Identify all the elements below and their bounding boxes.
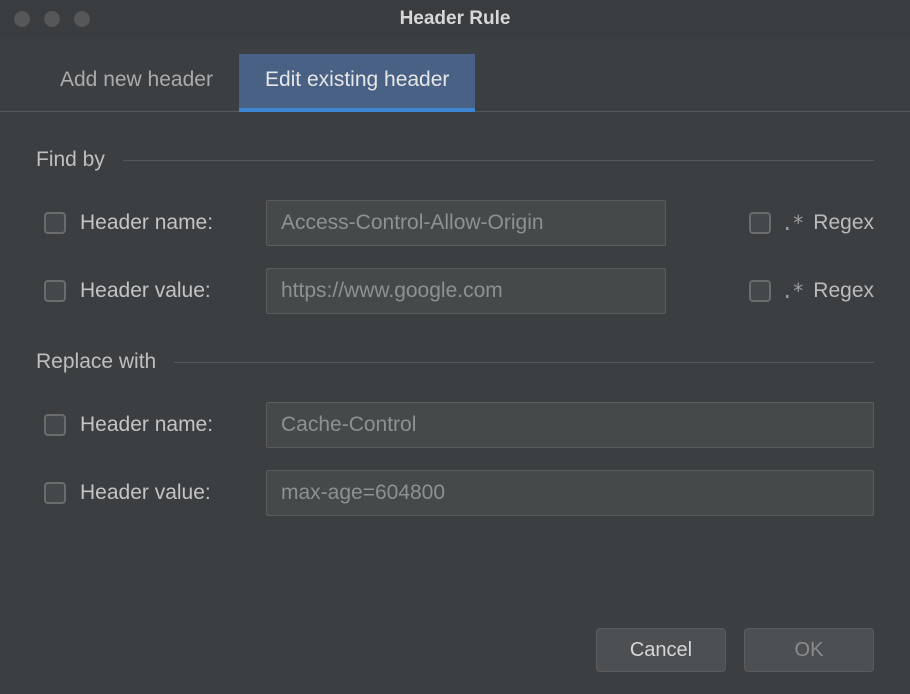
window-title: Header Rule: [0, 8, 910, 30]
tab-bar: Add new header Edit existing header: [0, 54, 910, 112]
regex-icon: .*: [781, 211, 803, 235]
titlebar: Header Rule: [0, 0, 910, 38]
replace-header-value-input[interactable]: [266, 470, 874, 516]
find-header-name-regex-checkbox[interactable]: [749, 212, 771, 234]
replace-header-value-checkbox[interactable]: [44, 482, 66, 504]
divider: [123, 160, 874, 161]
find-header-value-label: Header value:: [80, 279, 252, 303]
find-by-section: Find by Header name: .* Regex Header val…: [36, 148, 874, 314]
ok-button[interactable]: OK: [744, 628, 874, 672]
find-header-name-row: Header name: .* Regex: [36, 200, 874, 246]
replace-header-value-row: Header value:: [36, 470, 874, 516]
replace-header-name-input[interactable]: [266, 402, 874, 448]
minimize-icon[interactable]: [44, 11, 60, 27]
maximize-icon[interactable]: [74, 11, 90, 27]
find-by-title: Find by: [36, 148, 105, 172]
divider: [174, 362, 874, 363]
find-header-value-checkbox[interactable]: [44, 280, 66, 302]
find-header-value-regex-checkbox[interactable]: [749, 280, 771, 302]
find-header-name-label: Header name:: [80, 211, 252, 235]
tab-edit-existing-header[interactable]: Edit existing header: [239, 54, 475, 112]
dialog-content: Find by Header name: .* Regex Header val…: [0, 112, 910, 628]
dialog-window: Header Rule Add new header Edit existing…: [0, 0, 910, 694]
find-header-value-row: Header value: .* Regex: [36, 268, 874, 314]
window-controls: [14, 11, 90, 27]
replace-header-name-checkbox[interactable]: [44, 414, 66, 436]
replace-with-section: Replace with Header name: Header value:: [36, 350, 874, 516]
replace-with-title: Replace with: [36, 350, 156, 374]
cancel-button[interactable]: Cancel: [596, 628, 726, 672]
close-icon[interactable]: [14, 11, 30, 27]
regex-label: Regex: [813, 211, 874, 235]
regex-icon: .*: [781, 279, 803, 303]
find-header-name-input[interactable]: [266, 200, 666, 246]
replace-header-name-label: Header name:: [80, 413, 252, 437]
find-header-name-checkbox[interactable]: [44, 212, 66, 234]
dialog-footer: Cancel OK: [0, 628, 910, 694]
replace-header-value-label: Header value:: [80, 481, 252, 505]
find-by-header: Find by: [36, 148, 874, 172]
find-header-name-regex-group: .* Regex: [749, 211, 874, 235]
replace-with-header: Replace with: [36, 350, 874, 374]
find-header-value-regex-group: .* Regex: [749, 279, 874, 303]
regex-label: Regex: [813, 279, 874, 303]
find-header-value-input[interactable]: [266, 268, 666, 314]
tab-add-new-header[interactable]: Add new header: [34, 54, 239, 111]
replace-header-name-row: Header name:: [36, 402, 874, 448]
